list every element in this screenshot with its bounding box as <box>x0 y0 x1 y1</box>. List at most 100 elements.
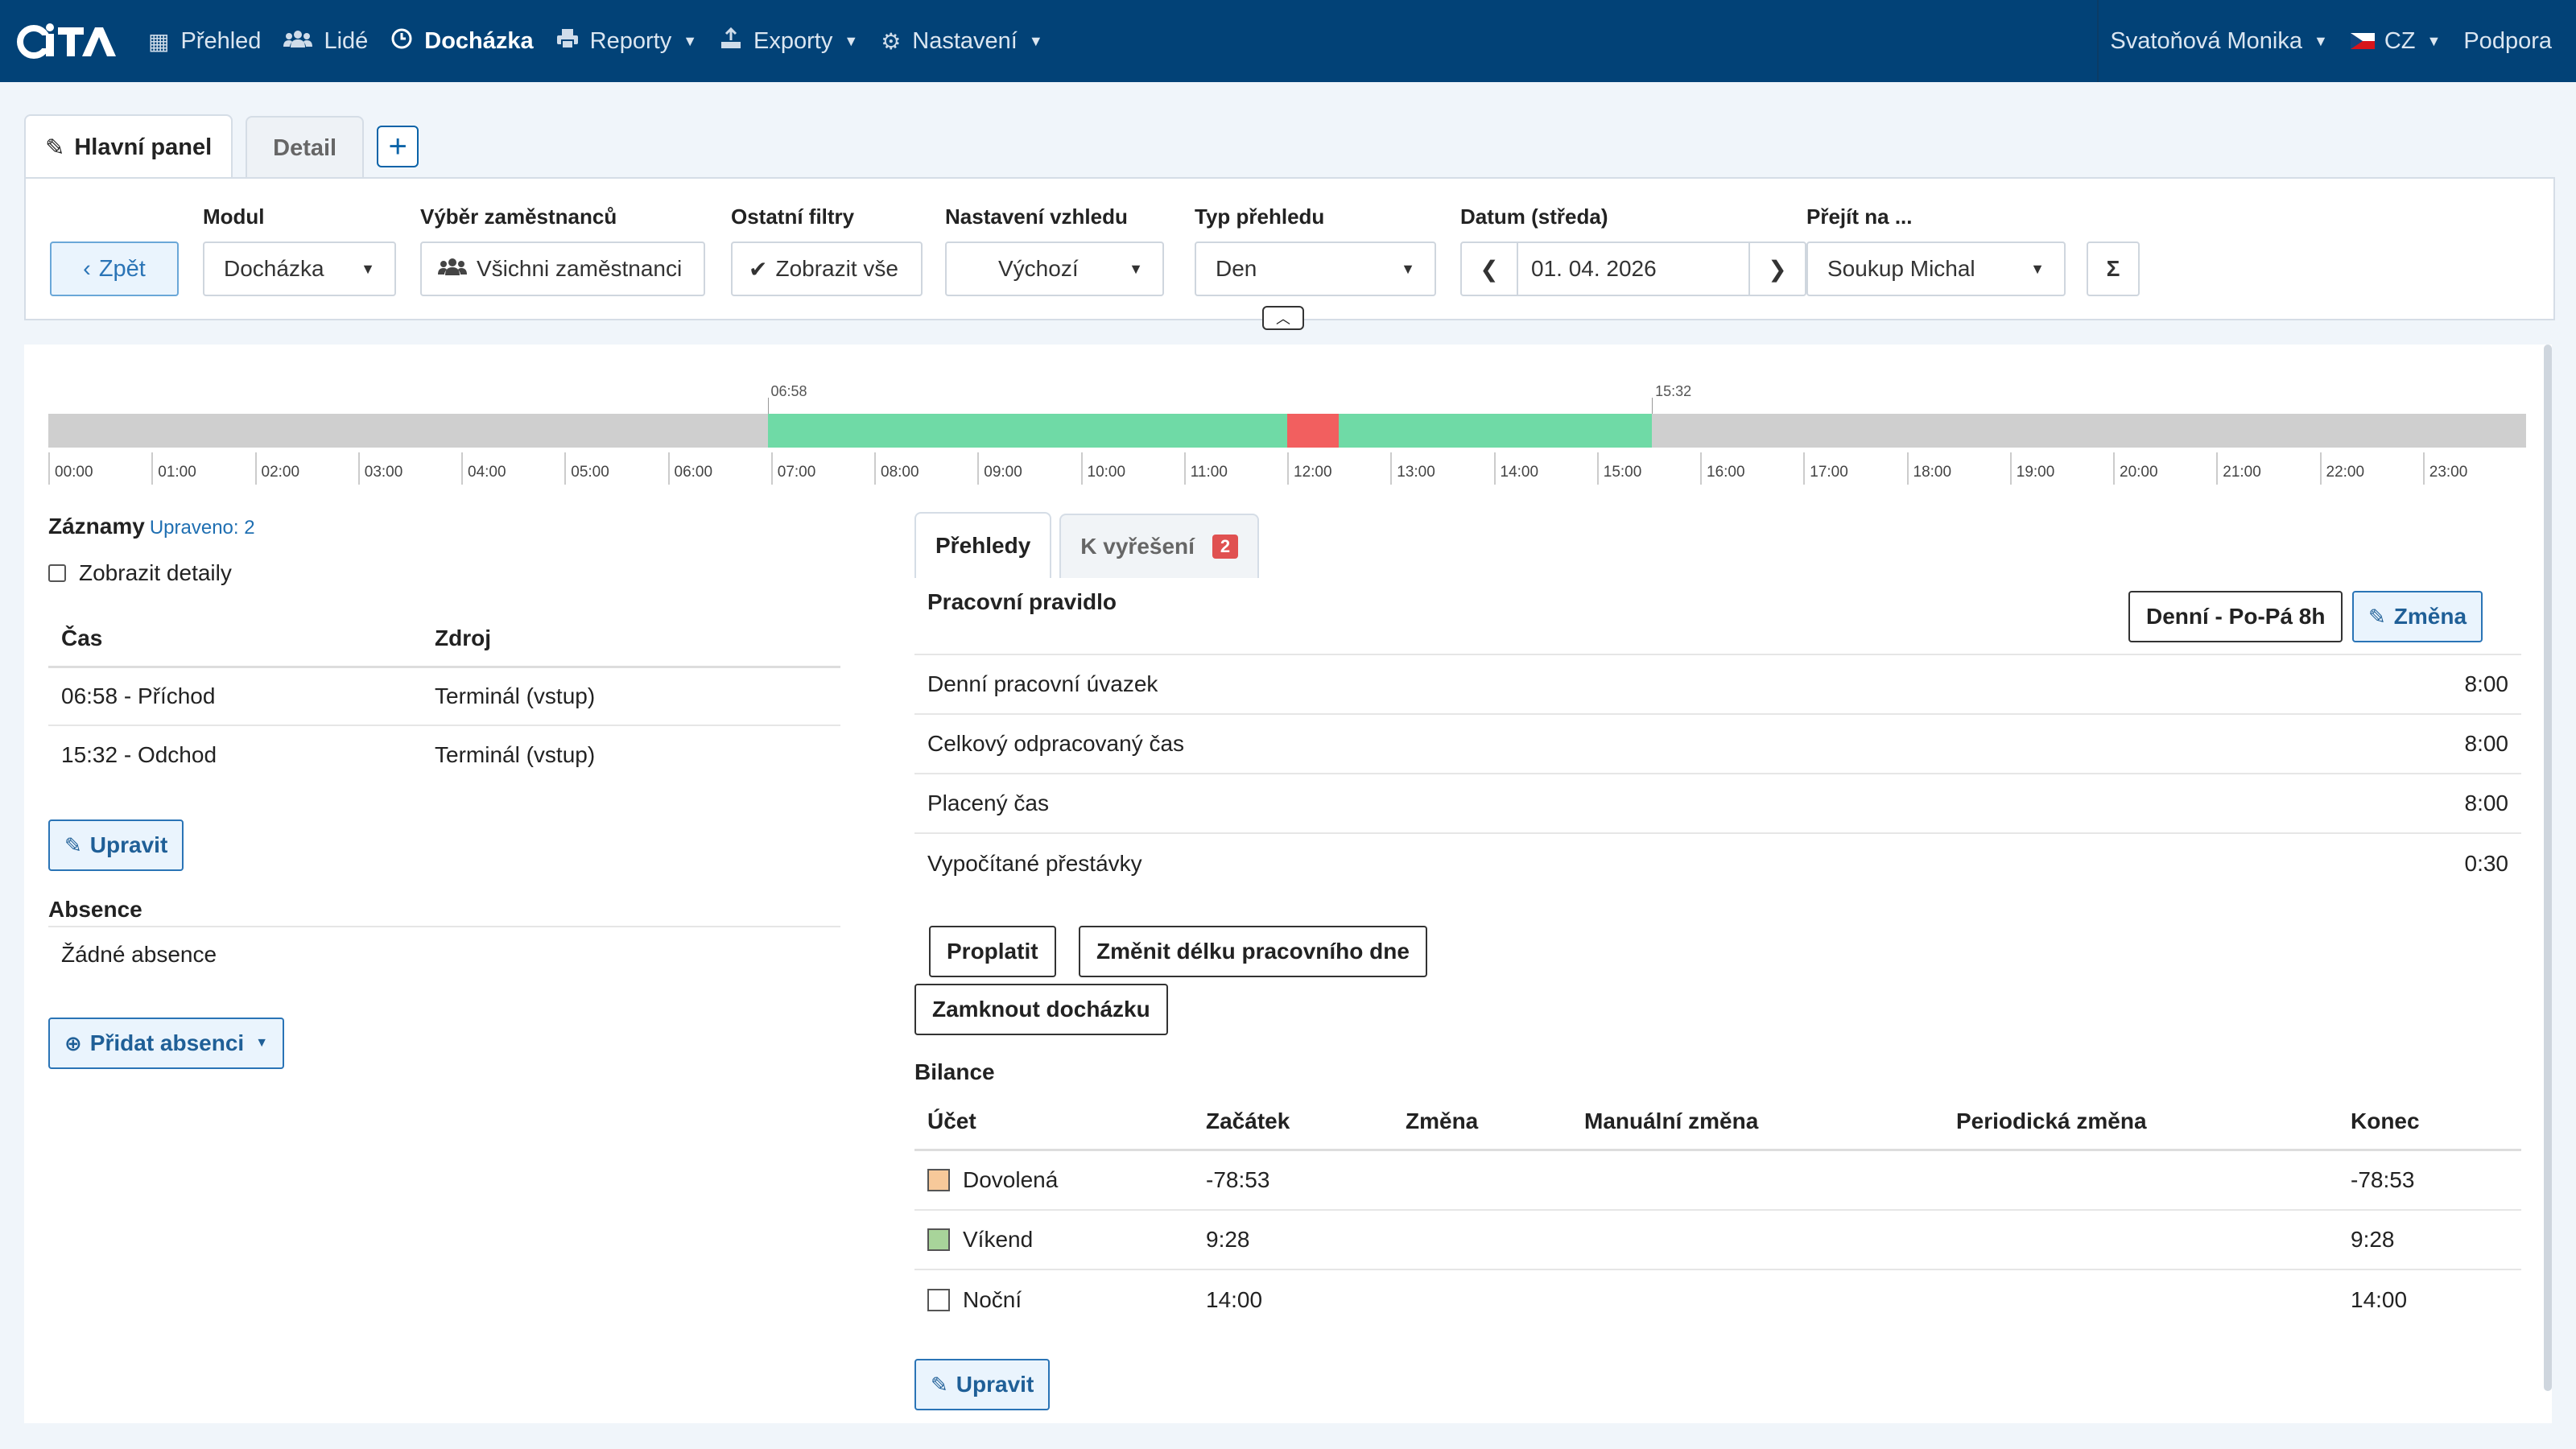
table-header: Účet Začátek Změna Manuální změna Period… <box>914 1093 2521 1151</box>
other-filters-select[interactable]: ✔ Zobrazit vše <box>731 242 923 296</box>
next-day-button[interactable]: ❯ <box>1748 242 1806 296</box>
timeline-tick-label: 07:00 <box>770 452 815 485</box>
clock-icon <box>390 27 413 56</box>
edited-count: Upraveno: 2 <box>149 517 255 539</box>
add-tab-button[interactable]: + <box>377 126 419 167</box>
show-details-row[interactable]: Zobrazit detaily <box>48 560 232 586</box>
language-menu[interactable]: CZ ▼ <box>2339 0 2453 82</box>
support-link[interactable]: Podpora <box>2452 0 2576 82</box>
timeline-tick-label: 13:00 <box>1390 452 1435 485</box>
no-absence-text: Žádné absence <box>61 942 217 967</box>
pencil-icon: ✎ <box>45 134 65 161</box>
collapse-filters-button[interactable]: ︿ <box>1262 306 1304 330</box>
user-menu[interactable]: Svatoňová Monika ▼ <box>2099 0 2339 82</box>
add-absence-button[interactable]: ⊕ Přidat absenci ▼ <box>48 1018 285 1069</box>
change-day-length-button[interactable]: Změnit délku pracovního dne <box>1079 926 1427 977</box>
scrollbar[interactable] <box>2544 345 2552 1391</box>
timeline-start-marker <box>767 398 769 414</box>
pay-out-button[interactable]: Proplatit <box>929 926 1056 977</box>
print-icon <box>556 28 579 55</box>
records-table: Čas Zdroj 06:58 - Příchod Terminál (vstu… <box>48 610 840 784</box>
timeline-work-segment <box>767 414 1287 448</box>
tab-prehledy[interactable]: Přehledy <box>914 512 1052 578</box>
timeline-tick-label: 19:00 <box>2009 452 2054 485</box>
caret-down-icon: ▼ <box>683 32 698 49</box>
table-row: Dovolená -78:53 -78:53 <box>914 1151 2521 1211</box>
view-settings-label: Nastavení vzhledu <box>945 204 1128 229</box>
czech-flag-icon <box>2350 33 2375 49</box>
timeline-start-label: 06:58 <box>770 383 807 399</box>
overview-type-select[interactable]: Den ▼ <box>1195 242 1436 296</box>
change-rule-button[interactable]: ✎ Změna <box>2352 591 2483 642</box>
pencil-icon: ✎ <box>64 832 82 857</box>
goto-label: Přejít na ... <box>1806 204 1913 229</box>
caret-down-icon: ▼ <box>2030 260 2045 277</box>
employees-select[interactable]: Všichni zaměstnanci <box>420 242 705 296</box>
edit-records-button[interactable]: ✎ Upravit <box>48 819 184 871</box>
color-swatch <box>927 1289 950 1311</box>
chevron-left-icon: ❮ <box>1480 256 1499 282</box>
table-row: 06:58 - Příchod Terminál (vstup) <box>48 668 840 726</box>
app-logo[interactable] <box>16 0 137 82</box>
absence-title: Absence <box>48 897 142 922</box>
tab-k-vyreseni[interactable]: K vyřešení 2 <box>1059 514 1260 578</box>
chevron-up-icon: ︿ <box>1276 311 1290 327</box>
export-icon <box>720 27 742 56</box>
caret-down-icon: ▼ <box>1028 32 1043 49</box>
sum-button[interactable]: Σ <box>2087 242 2140 296</box>
nav-lide[interactable]: Lidé <box>272 0 379 82</box>
timeline-tick-label: 11:00 <box>1183 452 1228 485</box>
chevron-left-icon: ‹ <box>83 255 91 282</box>
divider <box>48 926 840 927</box>
other-filters-label: Ostatní filtry <box>731 204 855 229</box>
modul-label: Modul <box>203 204 265 229</box>
date-input[interactable]: 01. 04. 2026 <box>1517 242 1750 296</box>
caret-down-icon: ▼ <box>844 32 859 49</box>
grid-icon: ▦ <box>148 28 170 54</box>
back-button[interactable]: ‹ Zpět <box>50 242 179 296</box>
timeline-break-segment <box>1287 414 1340 448</box>
caret-down-icon: ▼ <box>2426 32 2442 49</box>
nav-dochazka[interactable]: Docházka <box>379 0 544 82</box>
count-badge: 2 <box>1212 535 1239 559</box>
timeline-tick-label: 16:00 <box>1700 452 1745 485</box>
nav-exporty[interactable]: Exporty ▼ <box>708 0 869 82</box>
timeline-tick-label: 22:00 <box>2319 452 2364 485</box>
overview-row: Vypočítané přestávky 0:30 <box>927 851 2508 876</box>
nav-prehled[interactable]: ▦ Přehled <box>137 0 272 82</box>
users-icon <box>283 28 313 54</box>
nav-nastaveni[interactable]: ⚙ Nastavení ▼ <box>869 0 1055 82</box>
day-timeline: 06:58 15:32 00:00 01:00 02:00 03:00 04:00 05:… <box>48 383 2526 510</box>
timeline-tick-label: 01:00 <box>151 452 196 485</box>
work-rule-value-button[interactable]: Denní - Po-Pá 8h <box>2128 591 2343 642</box>
goto-employee-select[interactable]: Soukup Michal ▼ <box>1806 242 2066 296</box>
modul-select[interactable]: Docházka ▼ <box>203 242 396 296</box>
users-icon <box>438 256 467 282</box>
timeline-tick-label: 17:00 <box>1803 452 1848 485</box>
prev-day-button[interactable]: ❮ <box>1460 242 1518 296</box>
caret-down-icon: ▼ <box>1401 260 1415 277</box>
timeline-tick-label: 14:00 <box>1493 452 1538 485</box>
color-swatch <box>927 1169 950 1191</box>
timeline-tick-label: 12:00 <box>1287 452 1332 485</box>
timeline-tick-label: 03:00 <box>357 452 402 485</box>
tab-hlavni-panel[interactable]: ✎ Hlavní panel <box>24 114 233 179</box>
caret-down-icon: ▼ <box>1129 260 1143 277</box>
nav-reporty[interactable]: Reporty ▼ <box>545 0 708 82</box>
balance-table: Účet Začátek Změna Manuální změna Period… <box>914 1093 2521 1330</box>
edit-balance-button[interactable]: ✎ Upravit <box>914 1359 1051 1410</box>
timeline-tick-label: 04:00 <box>461 452 506 485</box>
table-row: Noční 14:00 14:00 <box>914 1270 2521 1330</box>
tab-detail[interactable]: Detail <box>246 116 365 179</box>
timeline-tick-label: 00:00 <box>48 452 93 485</box>
check-icon: ✔ <box>749 256 768 282</box>
timeline-tick-label: 08:00 <box>874 452 919 485</box>
show-details-checkbox[interactable] <box>48 564 66 582</box>
caret-down-icon: ▼ <box>255 1036 269 1050</box>
color-swatch <box>927 1228 950 1251</box>
timeline-tick-label: 15:00 <box>1596 452 1641 485</box>
view-settings-select[interactable]: Výchozí ▼ <box>945 242 1164 296</box>
timeline-tick-label: 10:00 <box>1080 452 1125 485</box>
lock-attendance-button[interactable]: Zamknout docházku <box>914 984 1168 1035</box>
overview-row: Placený čas 8:00 <box>914 774 2521 834</box>
